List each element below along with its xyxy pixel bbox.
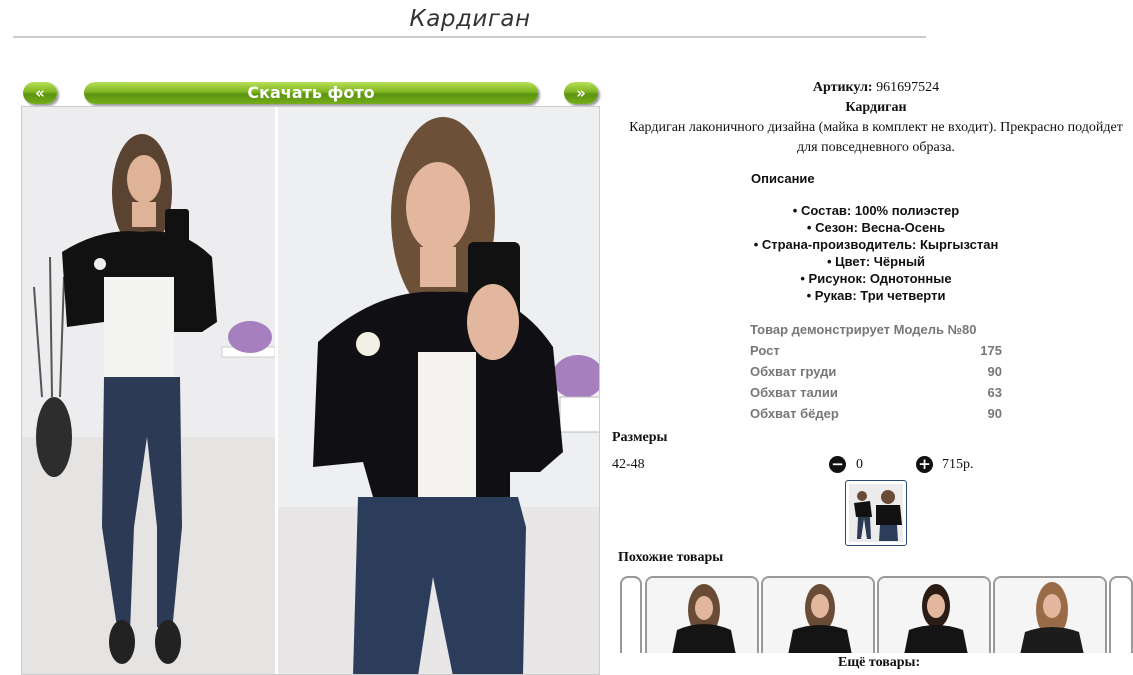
feature-item: • Рисунок: Однотонные — [800, 271, 952, 286]
model-row: Обхват бёдер 90 — [750, 406, 1002, 421]
more-products-label: Ещё товары: — [838, 655, 921, 670]
similar-item[interactable] — [645, 576, 759, 653]
size-value: 42-48 — [612, 457, 645, 472]
title-divider — [13, 36, 926, 38]
similar-item[interactable] — [993, 576, 1107, 653]
similar-heading: Похожие товары — [618, 550, 724, 565]
model-row: Обхват талии 63 — [750, 385, 1002, 400]
sku-value: 961697524 — [876, 80, 940, 95]
product-name: Кардиган — [845, 100, 907, 115]
product-photo-closeup[interactable] — [278, 107, 599, 674]
similar-item[interactable] — [877, 576, 991, 653]
sizes-heading: Размеры — [612, 430, 668, 445]
feature-item: • Страна-производитель: Кыргызстан — [753, 237, 999, 252]
product-description: Кардиган лаконичного дизайна (майка в ко… — [629, 120, 1123, 155]
feature-item: • Сезон: Весна-Осень — [806, 220, 946, 235]
feature-list: • Состав: 100% полиэстер • Сезон: Весна-… — [612, 202, 1133, 304]
model-row: Рост 175 — [750, 343, 1002, 358]
description-heading: Описание — [751, 171, 815, 186]
similar-carousel — [620, 576, 1133, 653]
quantity-value: 0 — [856, 457, 863, 472]
minus-circle-icon[interactable]: − — [829, 456, 846, 473]
carousel-prev-button[interactable] — [620, 576, 642, 653]
feature-item: • Цвет: Чёрный — [826, 254, 926, 269]
feature-item: • Рукав: Три четверти — [806, 288, 946, 303]
model-row: Обхват груди 90 — [750, 364, 1002, 379]
price-value: 715р. — [942, 457, 974, 472]
feature-item: • Состав: 100% полиэстер — [792, 203, 960, 218]
carousel-next-button[interactable] — [1109, 576, 1133, 653]
plus-circle-icon[interactable]: + — [916, 456, 933, 473]
model-heading: Товар демонстрирует Модель №80 — [750, 322, 977, 337]
model-measurements: Товар демонстрирует Модель №80 Рост 175 О… — [750, 319, 1002, 424]
page-title: Кардиган — [409, 6, 531, 32]
sku-row: Артикул: 961697524 — [612, 78, 1133, 98]
sku-label: Артикул: — [812, 80, 873, 95]
next-photo-button[interactable]: » — [564, 82, 598, 104]
prev-photo-button[interactable]: « — [23, 82, 57, 104]
download-photo-button[interactable]: Скачать фото — [84, 82, 538, 104]
photo-gallery — [21, 106, 600, 675]
product-photo-full[interactable] — [22, 107, 275, 674]
product-thumbnail[interactable] — [845, 480, 907, 546]
similar-item[interactable] — [761, 576, 875, 653]
